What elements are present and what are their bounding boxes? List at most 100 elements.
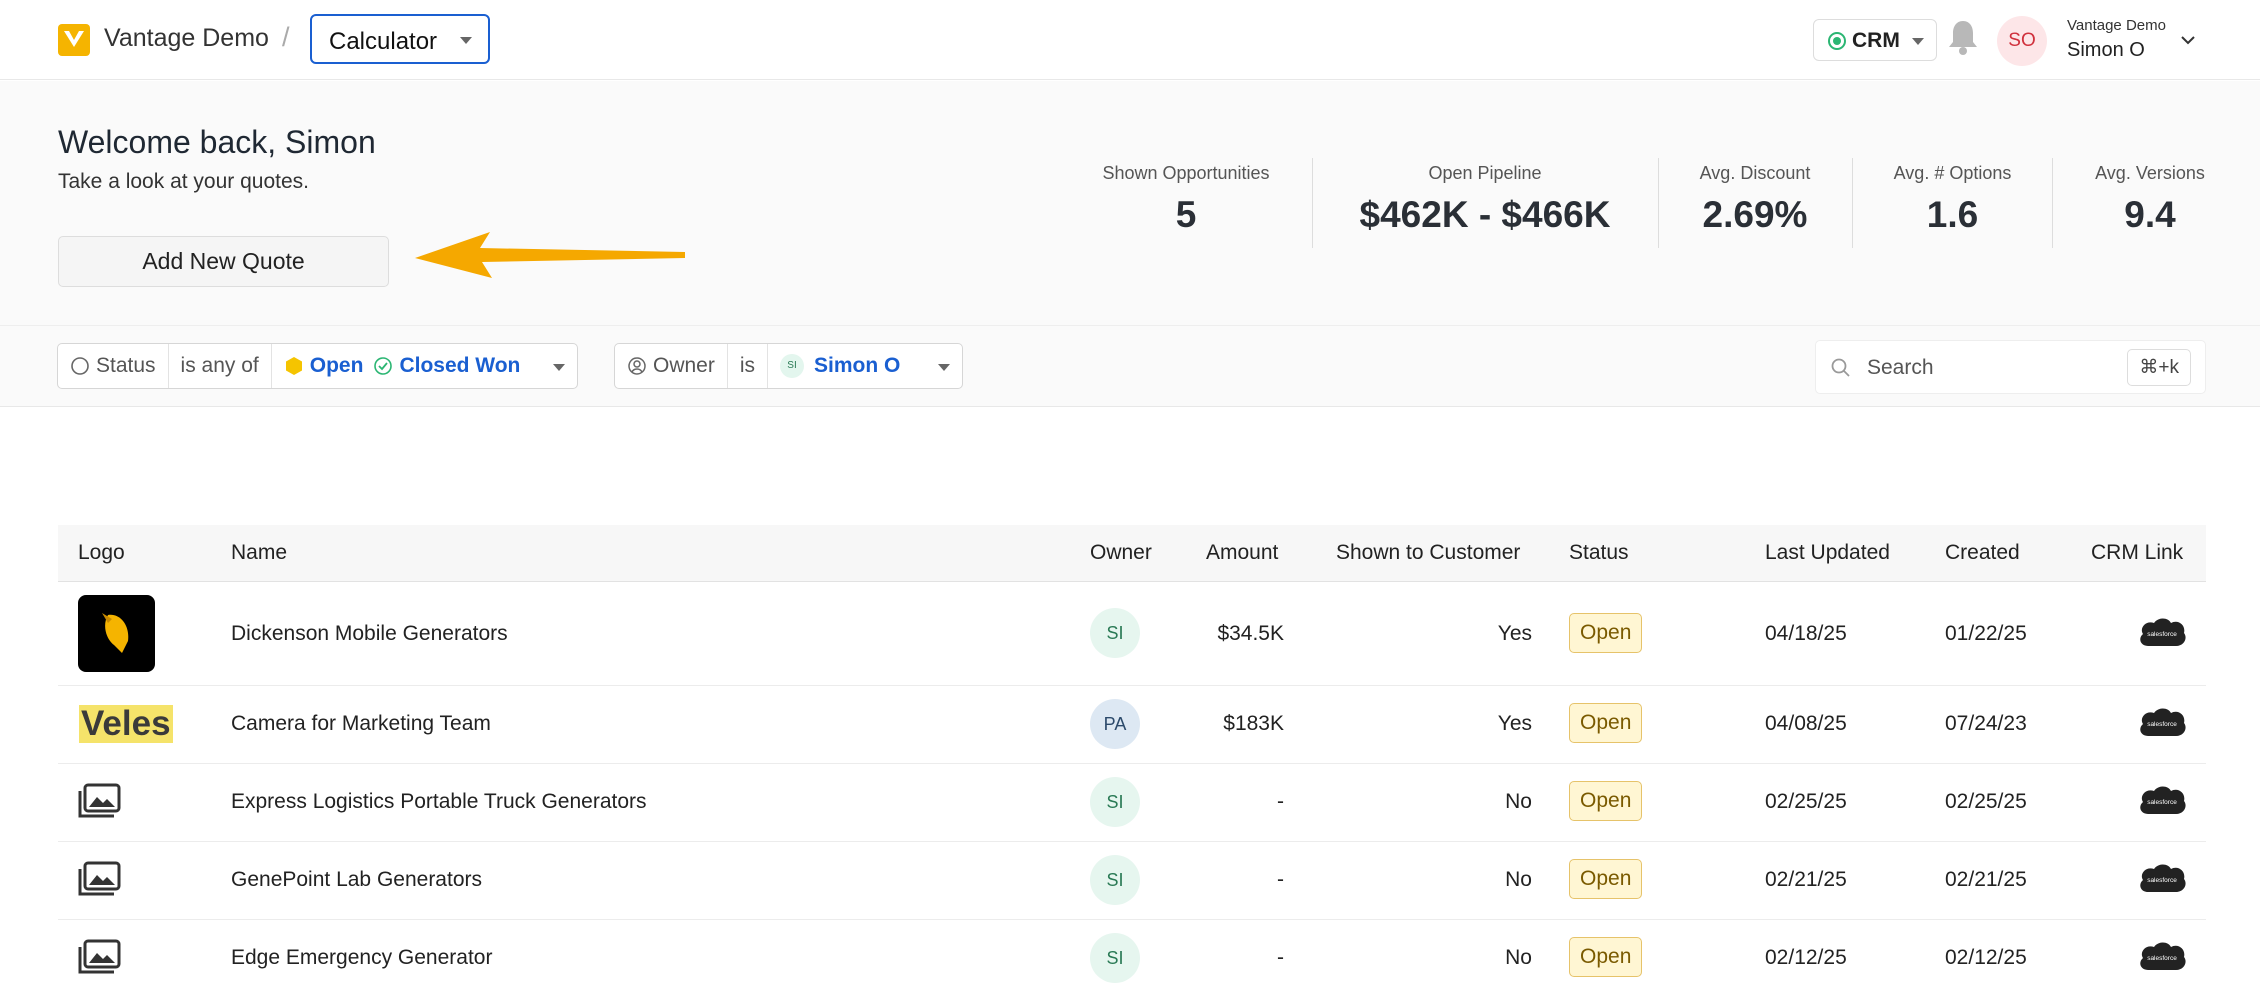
stat-label: Open Pipeline [1428,163,1542,183]
image-placeholder-icon [78,939,122,980]
quote-name[interactable]: Express Logistics Portable Truck Generat… [231,790,647,814]
owner-filter[interactable]: Owner is SI Simon O [614,343,963,389]
owner-filter-label: Owner [653,354,715,377]
open-status-icon [285,357,302,375]
chevron-down-icon [1912,38,1924,45]
quote-name[interactable]: Camera for Marketing Team [231,712,491,736]
owner-avatar: SI [1090,855,1140,905]
user-avatar[interactable]: SO [1997,16,2047,66]
crm-status-icon [1828,32,1846,50]
owner-avatar: PA [1090,699,1140,749]
stat-value: 9.4 [2124,194,2176,235]
status-badge: Open [1569,613,1643,653]
quote-name[interactable]: Edge Emergency Generator [231,946,492,970]
company-logo: Veles [79,704,173,743]
stat-avg-options: Avg. # Options 1.6 [1870,163,2035,236]
shown-to-customer: No [1505,868,1532,891]
svg-text:salesforce: salesforce [2147,631,2177,638]
chevron-down-icon [460,37,472,44]
shown-to-customer: Yes [1497,712,1532,735]
salesforce-icon[interactable]: salesforce [2136,940,2188,977]
keyboard-shortcut-badge: ⌘+k [2127,349,2191,386]
last-updated: 04/08/25 [1765,712,1847,735]
stat-shown-opportunities: Shown Opportunities 5 [1090,163,1282,236]
column-header-shown-to-customer[interactable]: Shown to Customer [1336,541,1520,565]
amount: $34.5K [1217,622,1284,645]
quote-name[interactable]: Dickenson Mobile Generators [231,622,508,646]
stat-label: Avg. Versions [2095,163,2205,183]
created-date: 01/22/25 [1945,622,2027,645]
stat-avg-discount: Avg. Discount 2.69% [1675,163,1835,236]
owner-value: Simon O [814,354,901,377]
owner-filter-value[interactable]: SI Simon O [768,344,962,388]
stat-label: Shown Opportunities [1102,163,1270,183]
last-updated: 02/12/25 [1765,946,1847,969]
user-circle-icon [628,357,646,375]
shown-to-customer: No [1505,946,1532,969]
salesforce-icon[interactable]: salesforce [2136,784,2188,821]
arrow-annotation-icon [410,226,690,287]
created-date: 02/12/25 [1945,946,2027,969]
stat-label: Avg. Discount [1699,163,1811,183]
bell-icon[interactable] [1946,18,1980,63]
stat-value: 1.6 [1926,194,1979,235]
status-badge: Open [1569,703,1643,743]
welcome-subtitle: Take a look at your quotes. [58,170,309,193]
user-org: Vantage Demo [2067,17,2166,34]
search-box[interactable]: Search ⌘+k [1815,340,2206,394]
last-updated: 02/21/25 [1765,868,1847,891]
column-header-name[interactable]: Name [231,541,287,565]
column-header-created[interactable]: Created [1945,541,2020,565]
column-header-crm-link: CRM Link [2091,541,2184,564]
last-updated: 04/18/25 [1765,622,1847,645]
owner-avatar: SI [1090,933,1140,983]
welcome-heading: Welcome back, Simon [58,124,376,160]
divider [1312,158,1313,248]
column-header-amount[interactable]: Amount [1206,541,1278,565]
stat-label: Avg. # Options [1893,163,2012,183]
salesforce-icon[interactable]: salesforce [2136,706,2188,743]
quote-name[interactable]: GenePoint Lab Generators [231,868,482,892]
status-filter-field[interactable]: Status [58,344,169,388]
column-header-owner[interactable]: Owner [1090,541,1152,565]
column-header-status[interactable]: Status [1569,541,1629,565]
app-select[interactable]: Calculator [310,14,490,64]
chevron-down-icon [938,364,950,371]
status-filter[interactable]: Status is any of Open Closed Won [57,343,578,389]
svg-text:salesforce: salesforce [2147,955,2177,962]
status-value-open: Open [309,354,364,377]
status-filter-values[interactable]: Open Closed Won [272,344,577,388]
closed-won-check-icon [374,357,393,375]
search-icon [1831,358,1850,377]
owner-avatar: SI [780,354,805,378]
owner-filter-operator[interactable]: is [728,344,769,388]
status-badge: Open [1569,937,1643,977]
image-placeholder-icon [78,861,122,902]
search-input[interactable]: Search [1867,356,1934,380]
amount: $183K [1223,712,1284,735]
org-name[interactable]: Vantage Demo [104,24,269,53]
status-filter-operator[interactable]: is any of [169,344,272,388]
amount: - [1277,946,1284,969]
stat-value: 2.69% [1702,194,1808,235]
svg-text:salesforce: salesforce [2147,799,2177,806]
owner-avatar: SI [1090,608,1140,658]
svg-text:salesforce: salesforce [2147,877,2177,884]
salesforce-icon[interactable]: salesforce [2136,862,2188,899]
created-date: 07/24/23 [1945,712,2027,735]
vantage-logo-icon[interactable] [58,24,90,56]
status-badge: Open [1569,781,1643,821]
stat-value: 5 [1175,194,1197,235]
crm-button[interactable]: CRM [1813,19,1937,61]
add-new-quote-button[interactable]: Add New Quote [58,236,389,287]
stat-open-pipeline: Open Pipeline $462K - $466K [1330,163,1640,236]
chevron-down-icon[interactable] [2180,32,2196,50]
user-name[interactable]: Simon O [2067,39,2145,62]
created-date: 02/25/25 [1945,790,2027,813]
shown-to-customer: Yes [1497,622,1532,645]
salesforce-icon[interactable]: salesforce [2136,616,2188,653]
owner-filter-field[interactable]: Owner [615,344,728,388]
crm-label: CRM [1852,29,1900,52]
column-header-last-updated[interactable]: Last Updated [1765,541,1890,565]
status-filter-label: Status [96,354,156,377]
